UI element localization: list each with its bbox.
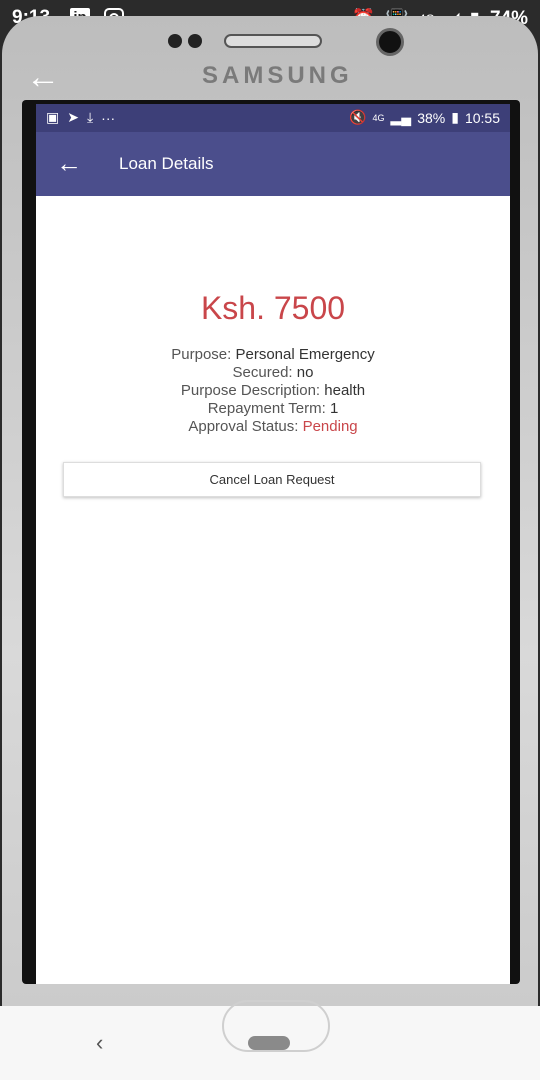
sensor-icon: [188, 34, 202, 48]
inner-clock: 10:55: [464, 109, 500, 126]
purpose-row: Purpose: Personal Emergency: [36, 346, 510, 364]
secured-row: Secured: no: [36, 364, 510, 382]
description-row: Purpose Description: health: [36, 382, 510, 400]
secured-value: no: [296, 364, 314, 381]
status-badge: Pending: [302, 418, 358, 435]
purpose-label: Purpose:: [171, 346, 232, 363]
loan-amount: Ksh. 7500: [200, 290, 346, 326]
download-icon: ⤓: [86, 109, 94, 125]
loan-details-content: Ksh. 7500 Purpose: Personal Emergency Se…: [36, 196, 510, 984]
page-title: Loan Details: [119, 154, 214, 173]
physical-home-button: [222, 1000, 330, 1052]
battery-icon: ▮: [451, 109, 459, 125]
sensor-icon: [168, 34, 182, 48]
inner-status-left: ▣ ➤ ⤓ ···: [46, 109, 115, 126]
inner-network-label: 4G: [372, 112, 385, 123]
more-notifications: ···: [101, 109, 116, 126]
cancel-loan-request-button[interactable]: Cancel Loan Request: [63, 462, 481, 497]
signal-icon: ▂▄: [390, 109, 412, 125]
mute-icon: 🔇: [349, 109, 367, 125]
front-camera-icon: [376, 28, 404, 56]
app-bar: ← Loan Details: [36, 132, 510, 196]
purpose-value: Personal Emergency: [235, 346, 375, 363]
back-arrow-icon[interactable]: ←: [56, 148, 82, 178]
inner-battery-text: 38%: [417, 109, 446, 126]
term-label: Repayment Term:: [207, 400, 326, 417]
term-row: Repayment Term: 1: [36, 400, 510, 418]
brand-logo: SAMSUNG: [202, 62, 353, 89]
description-value: health: [324, 382, 366, 399]
gallery-icon: ▣: [46, 109, 60, 125]
term-value: 1: [329, 400, 339, 417]
description-label: Purpose Description:: [180, 382, 321, 399]
back-arrow-icon[interactable]: ←: [26, 60, 60, 94]
telegram-icon: ➤: [67, 109, 79, 125]
earpiece-speaker: [224, 34, 322, 48]
phone-screen: ▣ ➤ ⤓ ··· 🔇 4G ▂▄ 38% ▮ 10:55 ← Loan Det…: [22, 100, 520, 984]
secured-label: Secured:: [232, 364, 293, 381]
loan-details-list: Purpose: Personal Emergency Secured: no …: [36, 346, 510, 436]
status-row: Approval Status: Pending: [36, 418, 510, 436]
status-label: Approval Status:: [188, 418, 299, 435]
nav-back-icon[interactable]: ‹: [96, 1030, 103, 1056]
inner-status-right: 🔇 4G ▂▄ 38% ▮ 10:55: [349, 109, 500, 126]
inner-status-bar: ▣ ➤ ⤓ ··· 🔇 4G ▂▄ 38% ▮ 10:55: [36, 104, 510, 132]
